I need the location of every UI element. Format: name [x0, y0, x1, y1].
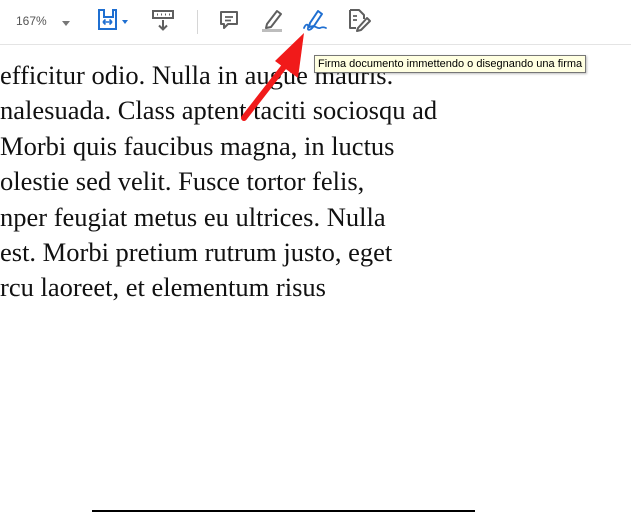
fit-page-icon	[95, 7, 133, 38]
edit-document-button[interactable]	[344, 8, 374, 36]
toolbar-separator	[197, 10, 198, 34]
document-line: nper feugiat metus eu ultrices. Nulla	[0, 202, 386, 232]
chevron-down-icon	[62, 16, 70, 30]
document-line: olestie sed velit. Fusce tortor felis,	[0, 166, 365, 196]
document-line: Morbi quis faucibus magna, in luctus	[0, 131, 395, 161]
document-line: est. Morbi pretium rutrum justo, eget	[0, 237, 393, 267]
sign-icon	[301, 7, 329, 38]
tooltip: Firma documento immettendo o disegnando …	[314, 55, 587, 73]
highlight-icon	[259, 7, 285, 38]
document-page: efficitur odio. Nulla in augue mauris. n…	[0, 45, 631, 530]
comment-button[interactable]	[214, 8, 244, 36]
document-line: rcu laoreet, et elementum risus	[0, 272, 326, 302]
comment-icon	[217, 8, 241, 37]
edit-document-icon	[345, 7, 373, 38]
highlight-button[interactable]	[257, 8, 287, 36]
document-line: nalesuada. Class aptent taciti sociosqu …	[0, 95, 438, 125]
fit-page-button[interactable]	[94, 8, 134, 36]
scroll-mode-button[interactable]	[148, 8, 178, 36]
zoom-select[interactable]: 167%	[8, 10, 76, 34]
toolbar: 167%	[0, 0, 631, 45]
page-rule	[92, 510, 475, 512]
zoom-value: 167%	[16, 14, 47, 28]
sign-button[interactable]	[300, 8, 330, 36]
scroll-mode-icon	[150, 7, 176, 38]
